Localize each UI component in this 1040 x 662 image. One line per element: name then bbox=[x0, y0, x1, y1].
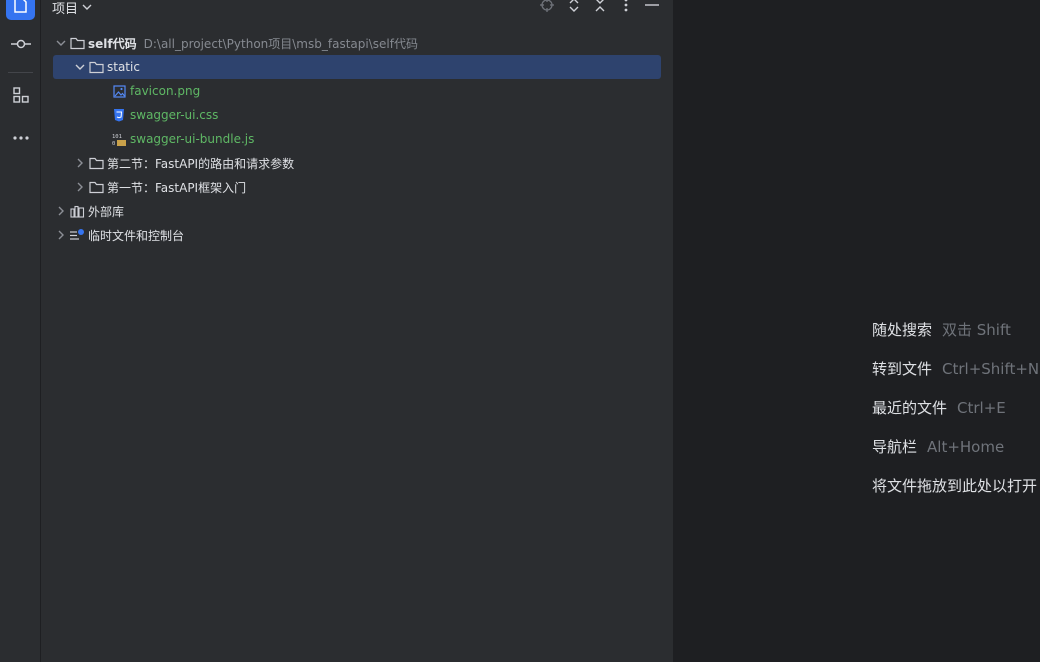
hint-shortcut: Alt+Home bbox=[927, 438, 1005, 456]
tree-item-static[interactable]: static bbox=[53, 55, 661, 79]
hint-search-everywhere: 随处搜索 双击 Shift bbox=[872, 319, 1011, 340]
tree-item-external-libraries[interactable]: 外部库 bbox=[53, 199, 661, 223]
tree-item-label: 第一节：FastAPI框架入门 bbox=[107, 180, 247, 195]
chevron-down-icon[interactable] bbox=[53, 35, 69, 51]
tree-item-label: swagger-ui.css bbox=[130, 108, 219, 122]
tree-item-file[interactable]: favicon.png bbox=[53, 79, 661, 103]
project-view-selector[interactable]: 项目 bbox=[52, 0, 92, 17]
library-icon bbox=[69, 203, 85, 219]
locate-file-icon[interactable] bbox=[539, 0, 555, 13]
ide-window: 项目 self代码 D:\all_project\Python项目\msb_fa… bbox=[0, 0, 1040, 662]
hint-shortcut: Ctrl+Shift+N bbox=[942, 360, 1040, 378]
more-tool-button[interactable] bbox=[6, 122, 35, 149]
hint-navigation-bar: 导航栏 Alt+Home bbox=[872, 436, 1004, 457]
tree-item-label: swagger-ui-bundle.js bbox=[130, 132, 255, 146]
chevron-down-icon bbox=[82, 0, 92, 15]
chevron-right-icon[interactable] bbox=[53, 227, 69, 243]
hint-action[interactable]: 转到文件 bbox=[872, 360, 932, 378]
commit-tool-button[interactable] bbox=[6, 32, 35, 59]
folder-icon bbox=[12, 0, 30, 18]
folder-icon bbox=[69, 35, 85, 51]
hint-shortcut: 双击 Shift bbox=[942, 321, 1011, 339]
chevron-down-icon[interactable] bbox=[72, 59, 88, 75]
scratch-console-icon bbox=[69, 227, 85, 243]
js-file-icon: 101 0 bbox=[111, 131, 127, 147]
hint-action[interactable]: 随处搜索 bbox=[872, 321, 932, 339]
strip-divider bbox=[8, 72, 33, 73]
project-tool-button[interactable] bbox=[6, 0, 35, 20]
tree-item-label: self代码 bbox=[88, 36, 137, 51]
css-file-icon bbox=[111, 107, 127, 123]
tree-item-folder[interactable]: 第一节：FastAPI框架入门 bbox=[53, 175, 661, 199]
expand-all-icon[interactable] bbox=[566, 0, 582, 13]
svg-text:0: 0 bbox=[112, 141, 115, 147]
chevron-right-icon[interactable] bbox=[53, 203, 69, 219]
tree-item-folder[interactable]: 第二节：FastAPI的路由和请求参数 bbox=[53, 151, 661, 175]
project-panel: 项目 self代码 D:\all_project\Python项目\msb_fa… bbox=[41, 0, 674, 662]
folder-icon bbox=[88, 59, 104, 75]
tree-item-file[interactable]: swagger-ui.css bbox=[53, 103, 661, 127]
hint-action[interactable]: 导航栏 bbox=[872, 438, 917, 456]
chevron-right-icon[interactable] bbox=[72, 155, 88, 171]
chevron-right-icon[interactable] bbox=[72, 179, 88, 195]
folder-icon bbox=[88, 155, 104, 171]
hide-panel-icon[interactable] bbox=[644, 0, 660, 13]
tree-item-scratches[interactable]: 临时文件和控制台 bbox=[53, 223, 661, 247]
folder-icon bbox=[88, 179, 104, 195]
hint-recent-files: 最近的文件 Ctrl+E bbox=[872, 397, 1006, 418]
tree-item-label: 第二节：FastAPI的路由和请求参数 bbox=[107, 156, 295, 171]
commit-icon bbox=[10, 36, 31, 55]
tree-item-label: static bbox=[107, 60, 140, 74]
editor-empty-area: 随处搜索 双击 Shift 转到文件 Ctrl+Shift+N 最近的文件 Ctrl+… bbox=[674, 0, 1040, 662]
tree-item-file[interactable]: 101 0 swagger-ui-bundle.js bbox=[53, 127, 661, 151]
tree-item-label: 临时文件和控制台 bbox=[88, 228, 185, 243]
tool-window-strip bbox=[0, 0, 41, 662]
svg-text:101: 101 bbox=[112, 134, 122, 140]
options-menu-icon[interactable] bbox=[618, 0, 634, 13]
hint-goto-file: 转到文件 Ctrl+Shift+N bbox=[872, 358, 1039, 379]
tree-item-path: D:\all_project\Python项目\msb_fastapi\self… bbox=[143, 36, 418, 51]
tree-item-label: 外部库 bbox=[88, 204, 125, 219]
more-icon bbox=[12, 126, 30, 145]
project-panel-header: 项目 bbox=[41, 0, 674, 17]
hint-drop-files: 将文件拖放到此处以打开 bbox=[872, 475, 1037, 496]
hint-action: 将文件拖放到此处以打开 bbox=[872, 477, 1038, 495]
tree-item-root[interactable]: self代码 D:\all_project\Python项目\msb_fasta… bbox=[53, 31, 661, 55]
hint-shortcut: Ctrl+E bbox=[957, 399, 1006, 417]
image-file-icon bbox=[111, 83, 127, 99]
collapse-all-icon[interactable] bbox=[592, 0, 608, 13]
structure-tool-button[interactable] bbox=[6, 83, 35, 110]
hint-action[interactable]: 最近的文件 bbox=[872, 399, 947, 417]
tree-item-label: favicon.png bbox=[130, 84, 201, 98]
panel-title: 项目 bbox=[52, 2, 79, 17]
structure-icon bbox=[12, 86, 30, 108]
